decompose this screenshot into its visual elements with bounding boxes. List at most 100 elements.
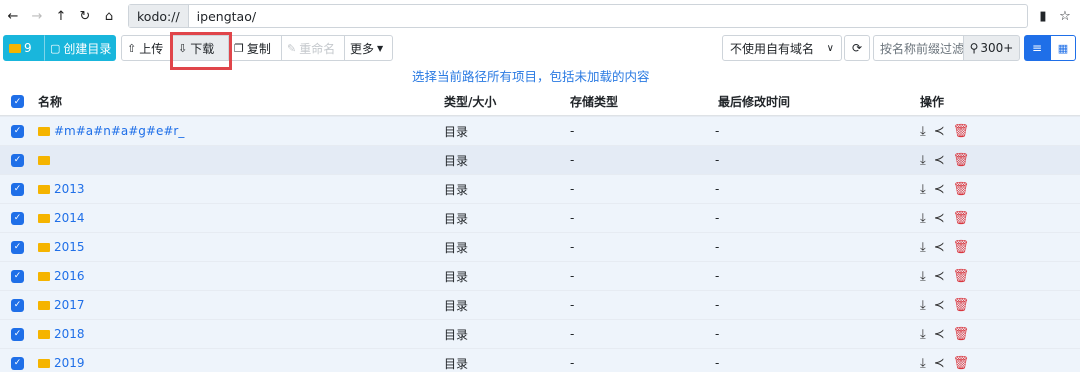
search-count-button[interactable]: ⚲ 300+ [963, 35, 1020, 61]
check-icon: ✓ [11, 153, 24, 167]
rename-button[interactable]: ✎ 重命名 [281, 35, 345, 61]
share-icon[interactable]: ≺ [934, 327, 945, 342]
download-icon[interactable]: ⤓ [920, 182, 926, 197]
row-checkbox[interactable]: ✓ [11, 204, 24, 232]
download-icon[interactable]: ⤓ [920, 327, 926, 342]
delete-icon[interactable]: 🗑 [953, 269, 970, 284]
refresh-list-button[interactable]: ⟳ [844, 35, 870, 61]
share-icon[interactable]: ≺ [934, 240, 945, 255]
folder-name-link[interactable]: 2019 [54, 356, 85, 370]
table-row[interactable]: ✓ 2014 目录 - - ⤓ ≺ 🗑 [0, 203, 1080, 232]
share-icon[interactable]: ≺ [934, 356, 945, 371]
delete-icon[interactable]: 🗑 [953, 182, 970, 197]
row-name-cell[interactable]: 2018 [38, 320, 85, 348]
delete-icon[interactable]: 🗑 [953, 298, 970, 313]
delete-icon[interactable]: 🗑 [953, 240, 970, 255]
forward-icon[interactable]: → [26, 5, 48, 27]
table-row[interactable]: ✓ 目录 - - ⤓ ≺ 🗑 [0, 145, 1080, 174]
path-value[interactable]: ipengtao/ [189, 9, 256, 24]
table-row[interactable]: ✓ 2013 目录 - - ⤓ ≺ 🗑 [0, 174, 1080, 203]
folder-count-button[interactable]: 9 [3, 35, 44, 61]
folder-name-link[interactable]: 2013 [54, 182, 85, 196]
delete-icon[interactable]: 🗑 [953, 124, 970, 139]
row-actions: ⤓ ≺ 🗑 [920, 117, 977, 145]
row-checkbox[interactable]: ✓ [11, 117, 24, 145]
domain-select[interactable]: 不使用自有域名 ∨ [722, 35, 842, 61]
row-modified: - [715, 269, 720, 283]
download-icon[interactable]: ⤓ [920, 211, 926, 226]
copy-label: 复制 [246, 41, 271, 56]
delete-icon[interactable]: 🗑 [953, 211, 970, 226]
folder-name-link[interactable]: 2015 [54, 240, 85, 254]
folder-name-link[interactable]: #m#a#n#a#g#e#r_ [54, 124, 184, 138]
table-row[interactable]: ✓ #m#a#n#a#g#e#r_ 目录 - - ⤓ ≺ 🗑 [0, 116, 1080, 145]
row-name-cell[interactable]: 2015 [38, 233, 85, 261]
folder-name-link[interactable]: 2014 [54, 211, 85, 225]
header-modified[interactable]: 最后修改时间 [718, 88, 790, 115]
folder-name-link[interactable]: 2016 [54, 269, 85, 283]
share-icon[interactable]: ≺ [934, 124, 945, 139]
row-type: 目录 [444, 182, 469, 197]
header-storage[interactable]: 存储类型 [570, 88, 618, 115]
refresh-icon[interactable]: ↻ [74, 5, 96, 27]
delete-icon[interactable]: 🗑 [953, 153, 970, 168]
table-row[interactable]: ✓ 2019 目录 - - ⤓ ≺ 🗑 [0, 348, 1080, 372]
select-all-checkbox[interactable]: ✓ [11, 88, 24, 115]
create-dir-button[interactable]: ▢ 创建目录 [44, 35, 116, 61]
download-icon[interactable]: ⤓ [920, 298, 926, 313]
filter-input[interactable]: 按名称前缀过滤 [873, 35, 963, 61]
row-name-cell[interactable]: 2016 [38, 262, 85, 290]
download-icon[interactable]: ⤓ [920, 153, 926, 168]
row-checkbox[interactable]: ✓ [11, 320, 24, 348]
list-view-button[interactable]: ≡ [1024, 35, 1050, 61]
row-name-cell[interactable]: #m#a#n#a#g#e#r_ [38, 117, 184, 145]
delete-icon[interactable]: 🗑 [953, 327, 970, 342]
row-storage: - [570, 211, 575, 225]
table-row[interactable]: ✓ 2017 目录 - - ⤓ ≺ 🗑 [0, 290, 1080, 319]
row-name-cell[interactable] [38, 146, 54, 174]
row-checkbox[interactable]: ✓ [11, 291, 24, 319]
row-checkbox[interactable]: ✓ [11, 233, 24, 261]
copy-button[interactable]: ❐ 复制 [228, 35, 282, 61]
upload-button[interactable]: ⇧ 上传 [121, 35, 173, 61]
row-actions: ⤓ ≺ 🗑 [920, 349, 977, 372]
row-name-cell[interactable]: 2017 [38, 291, 85, 319]
download-icon[interactable]: ⤓ [920, 356, 926, 371]
download-icon[interactable]: ⤓ [920, 269, 926, 284]
row-checkbox[interactable]: ✓ [11, 146, 24, 174]
row-name-cell[interactable]: 2014 [38, 204, 85, 232]
delete-icon[interactable]: 🗑 [953, 356, 970, 371]
row-type: 目录 [444, 153, 469, 168]
path-input[interactable]: kodo:// ipengtao/ [128, 4, 1028, 28]
share-icon[interactable]: ≺ [934, 211, 945, 226]
table-row[interactable]: ✓ 2018 目录 - - ⤓ ≺ 🗑 [0, 319, 1080, 348]
home-icon[interactable]: ⌂ [98, 5, 120, 27]
row-actions: ⤓ ≺ 🗑 [920, 291, 977, 319]
bookmark-icon[interactable]: ▮ [1032, 4, 1054, 28]
star-icon[interactable]: ☆ [1054, 4, 1076, 28]
table-row[interactable]: ✓ 2016 目录 - - ⤓ ≺ 🗑 [0, 261, 1080, 290]
row-checkbox[interactable]: ✓ [11, 262, 24, 290]
share-icon[interactable]: ≺ [934, 298, 945, 313]
share-icon[interactable]: ≺ [934, 153, 945, 168]
folder-icon [38, 242, 50, 252]
row-modified: - [715, 298, 720, 312]
folder-name-link[interactable]: 2017 [54, 298, 85, 312]
table-row[interactable]: ✓ 2015 目录 - - ⤓ ≺ 🗑 [0, 232, 1080, 261]
download-icon[interactable]: ⤓ [920, 240, 926, 255]
grid-view-button[interactable]: ▦ [1050, 35, 1076, 61]
row-name-cell[interactable]: 2013 [38, 175, 85, 203]
row-name-cell[interactable]: 2019 [38, 349, 85, 372]
header-type[interactable]: 类型/大小 [444, 88, 496, 115]
up-icon[interactable]: ↑ [50, 5, 72, 27]
download-icon[interactable]: ⤓ [920, 124, 926, 139]
back-icon[interactable]: ← [2, 5, 24, 27]
share-icon[interactable]: ≺ [934, 269, 945, 284]
row-checkbox[interactable]: ✓ [11, 175, 24, 203]
folder-icon [38, 213, 50, 223]
more-button[interactable]: 更多 ▼ [344, 35, 393, 61]
share-icon[interactable]: ≺ [934, 182, 945, 197]
folder-name-link[interactable]: 2018 [54, 327, 85, 341]
row-checkbox[interactable]: ✓ [11, 349, 24, 372]
header-name[interactable]: 名称 [38, 88, 62, 115]
